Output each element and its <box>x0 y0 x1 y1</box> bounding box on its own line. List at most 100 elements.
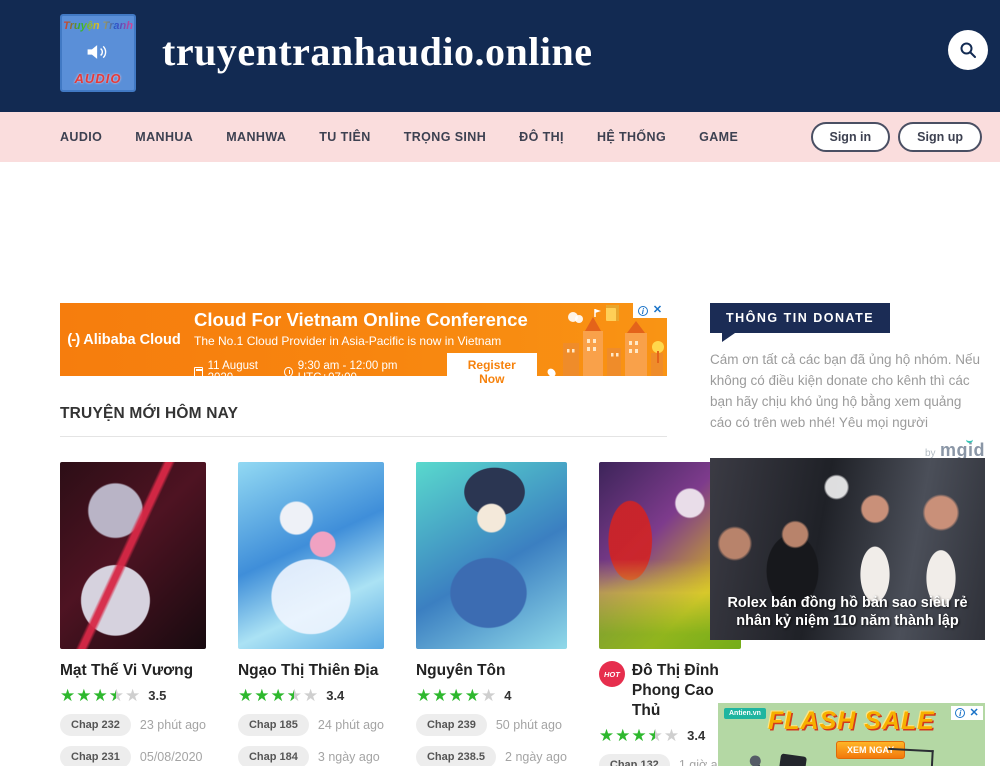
site-logo[interactable]: Truyện Tranh AUDIO <box>60 14 136 92</box>
chapter-row: Chap 231 05/08/2020 <box>60 746 206 766</box>
star-full-icon: ★ <box>416 687 431 704</box>
chapter-row: Chap 232 23 phút ago <box>60 714 206 736</box>
site-header: Truyện Tranh AUDIO truyentranhaudio.onli… <box>0 0 1000 112</box>
alibaba-brand-text: Alibaba Cloud <box>83 332 180 348</box>
logo-text-top: Truyện Tranh <box>63 20 133 32</box>
alibaba-ad-banner[interactable]: (-) Alibaba Cloud Cloud For Vietnam Onli… <box>60 303 667 376</box>
star-full-icon: ★ <box>631 727 646 744</box>
donate-text: Cám ơn tất cả các bạn đã ủng hộ nhóm. Nế… <box>710 350 985 434</box>
star-half-overlay: ★ <box>287 687 295 704</box>
star-empty-icon: ★ <box>125 687 140 704</box>
star-full-icon: ★ <box>599 727 614 744</box>
chapter-time: 23 phút ago <box>140 718 206 732</box>
section-title: TRUYỆN MỚI HÔM NAY <box>60 405 238 423</box>
native-ad-rolex[interactable]: Rolex bán đồng hồ bản sao siêu rẻ nhân k… <box>710 458 985 640</box>
donate-ribbon: THÔNG TIN DONATE <box>710 303 890 333</box>
chapter-badge[interactable]: Chap 184 <box>238 746 309 766</box>
ad-time: 9:30 am - 12:00 pm UTC+07:00 <box>298 360 432 384</box>
chapter-badge[interactable]: Chap 232 <box>60 714 131 736</box>
comic-title[interactable]: Mạt Thế Vi Vương <box>60 661 193 681</box>
sign-in-button[interactable]: Sign in <box>811 122 891 152</box>
chapter-time: 05/08/2020 <box>140 750 203 764</box>
chapter-badge[interactable]: Chap 238.5 <box>416 746 496 766</box>
logo-text-audio: AUDIO <box>75 71 122 86</box>
microphone-image <box>752 763 766 766</box>
star-full-icon: ★ <box>76 687 91 704</box>
flash-sale-ad[interactable]: Antien.vn FLASH SALE XEM NGAY i ✕ <box>718 703 985 766</box>
flash-ad-title: FLASH SALE <box>718 707 985 736</box>
speaker-icon <box>85 41 111 63</box>
site-title[interactable]: truyentranhaudio.online <box>162 28 592 75</box>
nav-item--o-thi[interactable]: ĐÔ THỊ <box>519 130 564 144</box>
comic-card: Mạt Thế Vi Vương ★★★★★★3.5 Chap 232 23 phút… <box>60 462 206 766</box>
ad-info-icon[interactable]: i <box>638 306 648 316</box>
nav-item-manhua[interactable]: MANHUA <box>135 130 193 144</box>
star-full-icon: ★ <box>254 687 269 704</box>
hot-badge: HOT <box>599 661 625 687</box>
comic-cover-image[interactable] <box>416 462 567 649</box>
nav-item-he-thong[interactable]: HỆ THỐNG <box>597 130 666 144</box>
star-half-overlay: ★ <box>648 727 656 744</box>
calendar-icon <box>194 367 203 377</box>
chapter-row: Chap 238.5 2 ngày ago <box>416 746 567 766</box>
comic-cover-image[interactable] <box>238 462 384 649</box>
rating-value: 3.4 <box>687 728 705 743</box>
star-rating: ★★★★★★3.5 <box>60 687 206 704</box>
comic-cover-image[interactable] <box>60 462 206 649</box>
sidebar: THÔNG TIN DONATE Cám ơn tất cả các bạn đ… <box>710 303 985 461</box>
comic-card: Nguyên Tôn★★★★★4Chap 23950 phút agoChap … <box>416 462 567 766</box>
flash-ad-close-icon[interactable]: ✕ <box>970 708 979 719</box>
star-half-icon: ★★ <box>648 727 663 744</box>
alibaba-brand: (-) Alibaba Cloud <box>60 303 188 376</box>
star-half-icon: ★★ <box>287 687 302 704</box>
native-ad-caption: Rolex bán đồng hồ bản sao siêu rẻ nhân k… <box>716 594 979 630</box>
comic-card: Ngạo Thị Thiên Địa★★★★★★3.4Chap 18524 ph… <box>238 462 384 766</box>
star-full-icon: ★ <box>615 727 630 744</box>
star-empty-icon: ★ <box>303 687 318 704</box>
star-empty-icon: ★ <box>664 727 679 744</box>
register-now-button[interactable]: Register Now <box>447 353 537 391</box>
star-full-icon: ★ <box>432 687 447 704</box>
nav-item-tu-tien[interactable]: TU TIÊN <box>319 130 370 144</box>
section-divider <box>60 436 667 437</box>
auth-buttons: Sign in Sign up <box>811 122 983 152</box>
ad-subtitle: The No.1 Cloud Provider in Asia-Pacific … <box>194 334 555 348</box>
page: Truyện Tranh AUDIO truyentranhaudio.onli… <box>0 0 1000 766</box>
star-full-icon: ★ <box>93 687 108 704</box>
alibaba-ad-content: Cloud For Vietnam Online Conference The … <box>188 303 555 376</box>
star-full-icon: ★ <box>60 687 75 704</box>
comic-title[interactable]: Nguyên Tôn <box>416 661 506 681</box>
comic-title[interactable]: Ngạo Thị Thiên Địa <box>238 661 378 681</box>
chapter-row: Chap 18524 phút ago <box>238 714 384 736</box>
nav-item-game[interactable]: GAME <box>699 130 738 144</box>
star-full-icon: ★ <box>238 687 253 704</box>
nav-item-manhwa[interactable]: MANHWA <box>226 130 286 144</box>
chapter-badge[interactable]: Chap 239 <box>416 714 487 736</box>
chapter-time: 50 phút ago <box>496 718 562 732</box>
chapter-time: 2 ngày ago <box>505 750 567 764</box>
nav-item-audio[interactable]: AUDIO <box>60 130 102 144</box>
sign-up-button[interactable]: Sign up <box>898 122 982 152</box>
comic-title-row: Ngạo Thị Thiên Địa <box>238 661 384 681</box>
ad-date: 11 August 2020 <box>208 360 274 384</box>
search-button[interactable] <box>948 30 988 70</box>
flash-adchoices-controls: i ✕ <box>951 706 983 720</box>
phone-image <box>775 753 807 766</box>
main-navbar: AUDIO MANHUA MANHWA TU TIÊN TRỌNG SINH ĐÔ THỊ… <box>0 112 1000 162</box>
lamp-image <box>886 748 934 766</box>
chapter-row: Chap 239 50 phút ago <box>416 714 567 736</box>
ad-close-icon[interactable]: ✕ <box>653 305 662 316</box>
chapter-badge[interactable]: Chap 231 <box>60 746 131 766</box>
chapter-time: 3 ngày ago <box>318 750 380 764</box>
chapter-badge[interactable]: Chap 185 <box>238 714 309 736</box>
chapter-badge[interactable]: Chap 132 <box>599 754 670 766</box>
star-half-icon: ★★ <box>109 687 124 704</box>
ad-date-row: 11 August 2020 9:30 am - 12:00 pm UTC+07… <box>194 353 555 391</box>
ad-city-illustration: i ✕ <box>555 303 667 376</box>
star-half-overlay: ★ <box>109 687 117 704</box>
rating-value: 4 <box>504 688 511 703</box>
clock-icon <box>284 367 293 377</box>
file-icon <box>606 305 619 321</box>
nav-item-trong-sinh[interactable]: TRỌNG SINH <box>404 130 486 144</box>
flash-ad-info-icon[interactable]: i <box>955 708 965 718</box>
